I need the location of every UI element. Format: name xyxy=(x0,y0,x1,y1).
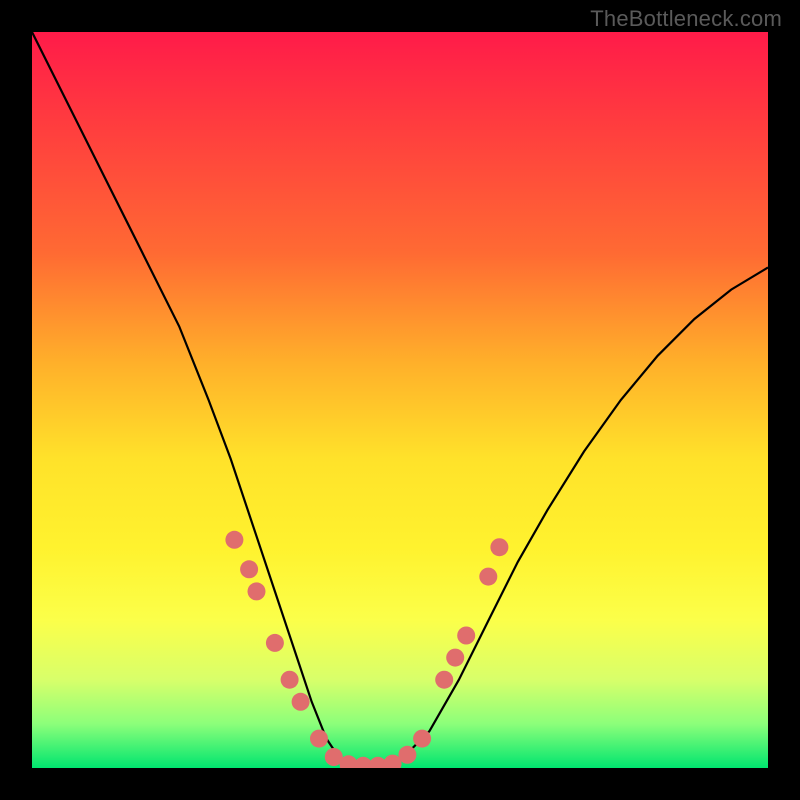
data-marker xyxy=(281,671,299,689)
chart-frame: TheBottleneck.com xyxy=(0,0,800,800)
data-marker xyxy=(479,568,497,586)
data-marker xyxy=(490,538,508,556)
data-marker xyxy=(225,531,243,549)
bottleneck-chart-svg xyxy=(32,32,768,768)
data-marker xyxy=(292,693,310,711)
data-marker xyxy=(240,560,258,578)
bottleneck-curve xyxy=(32,32,768,768)
data-marker xyxy=(435,671,453,689)
data-marker xyxy=(446,649,464,667)
data-marker xyxy=(398,746,416,764)
plot-area xyxy=(32,32,768,768)
watermark-text: TheBottleneck.com xyxy=(590,6,782,32)
data-marker xyxy=(457,627,475,645)
data-marker xyxy=(248,582,266,600)
data-marker xyxy=(266,634,284,652)
data-marker xyxy=(310,730,328,748)
data-marker xyxy=(413,730,431,748)
marker-group xyxy=(225,531,508,768)
